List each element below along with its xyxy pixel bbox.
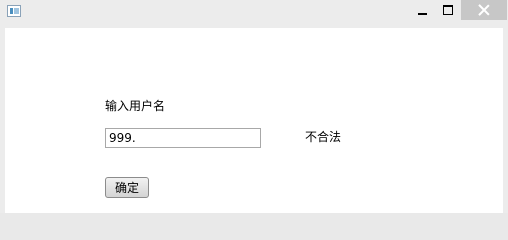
title-bar[interactable]	[0, 0, 508, 28]
maximize-icon	[443, 5, 453, 15]
app-window: 输入用户名 不合法 确定	[0, 0, 508, 213]
confirm-button[interactable]: 确定	[105, 177, 149, 198]
minimize-button[interactable]	[412, 0, 432, 20]
app-window-icon	[7, 5, 21, 17]
form-panel: 输入用户名 不合法 确定	[5, 28, 503, 213]
maximize-button[interactable]	[438, 0, 458, 20]
minimize-icon	[417, 13, 427, 15]
validation-status: 不合法	[305, 130, 342, 144]
close-button[interactable]	[461, 0, 507, 20]
close-icon	[478, 4, 490, 16]
username-input[interactable]	[105, 128, 261, 148]
username-label: 输入用户名	[105, 99, 166, 113]
